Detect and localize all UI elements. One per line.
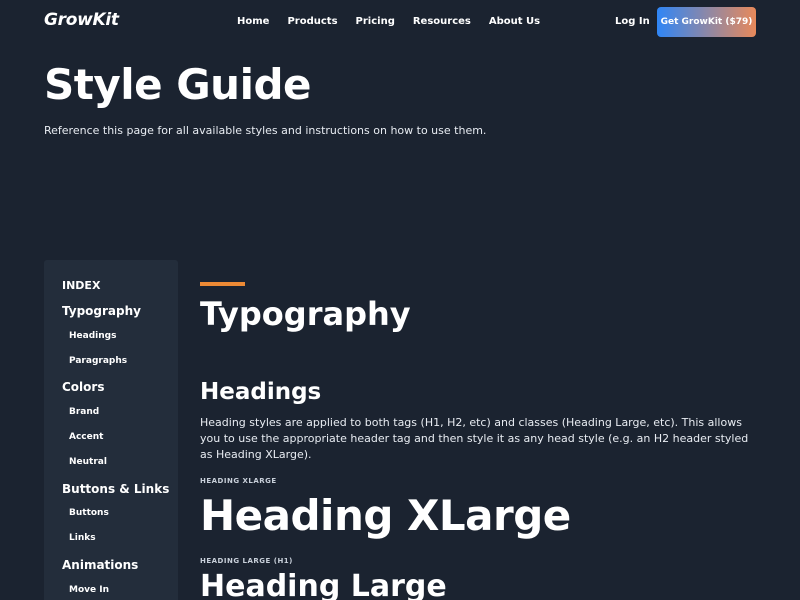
sidebar-item-paragraphs[interactable]: Paragraphs bbox=[69, 356, 127, 366]
sidebar-item-animations[interactable]: Animations bbox=[62, 558, 138, 572]
section-title-typography: Typography bbox=[200, 295, 411, 333]
section-accent-bar bbox=[200, 282, 245, 286]
page-subtitle: Reference this page for all available st… bbox=[44, 124, 487, 137]
sidebar-item-buttons[interactable]: Buttons bbox=[69, 508, 109, 518]
top-navigation: GrowKit Home Products Pricing Resources … bbox=[0, 0, 800, 44]
nav-link-products[interactable]: Products bbox=[287, 16, 337, 27]
sidebar-item-move-in[interactable]: Move In bbox=[69, 585, 109, 595]
nav-link-pricing[interactable]: Pricing bbox=[356, 16, 395, 27]
heading-large-label: HEADING LARGE (H1) bbox=[200, 557, 293, 565]
sidebar-index-label: INDEX bbox=[62, 279, 101, 292]
nav-link-about-us[interactable]: About Us bbox=[489, 16, 540, 27]
nav-link-resources[interactable]: Resources bbox=[413, 16, 471, 27]
sidebar-item-typography[interactable]: Typography bbox=[62, 304, 141, 318]
logo[interactable]: GrowKit bbox=[44, 10, 119, 30]
sidebar-item-links[interactable]: Links bbox=[69, 533, 96, 543]
sidebar-index: INDEX Typography Headings Paragraphs Col… bbox=[44, 260, 178, 600]
headings-title: Headings bbox=[200, 379, 322, 405]
sidebar-item-brand[interactable]: Brand bbox=[69, 407, 99, 417]
sidebar-item-accent[interactable]: Accent bbox=[69, 432, 103, 442]
nav-links: Home Products Pricing Resources About Us bbox=[237, 16, 558, 27]
heading-xlarge-label: HEADING XLARGE bbox=[200, 477, 277, 485]
sidebar-item-headings[interactable]: Headings bbox=[69, 331, 116, 341]
headings-description: Heading styles are applied to both tags … bbox=[200, 416, 749, 461]
heading-xlarge-sample: Heading XLarge bbox=[200, 491, 571, 540]
page-title: Style Guide bbox=[44, 60, 312, 109]
heading-large-sample: Heading Large bbox=[200, 569, 447, 600]
sidebar-item-neutral[interactable]: Neutral bbox=[69, 457, 107, 467]
login-link[interactable]: Log In bbox=[615, 16, 650, 27]
sidebar-item-colors[interactable]: Colors bbox=[62, 380, 104, 394]
sidebar-item-buttons-links[interactable]: Buttons & Links bbox=[62, 482, 169, 496]
nav-link-home[interactable]: Home bbox=[237, 16, 269, 27]
get-growkit-button[interactable]: Get GrowKit ($79) bbox=[657, 7, 756, 37]
